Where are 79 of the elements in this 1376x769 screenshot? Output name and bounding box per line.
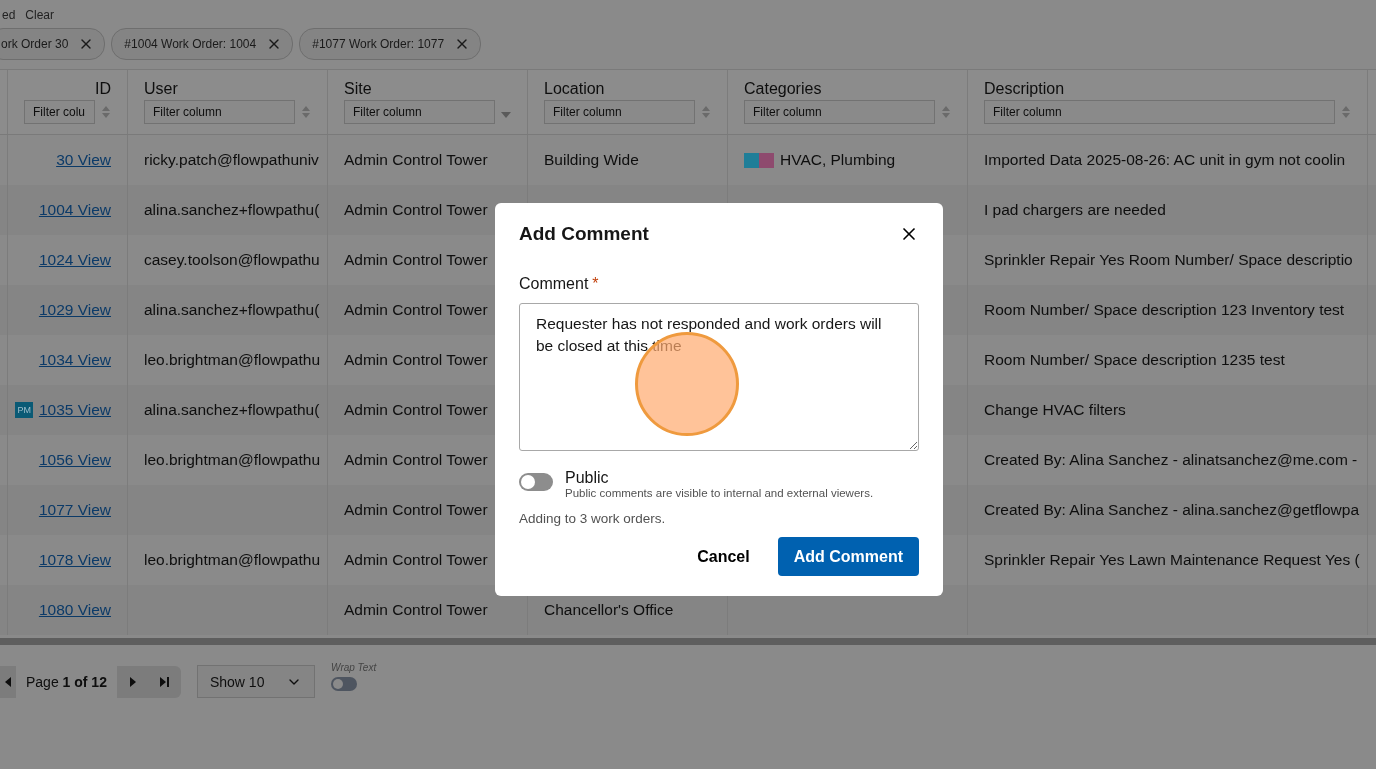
table-cell: leo.brightman@flowpathu: [144, 551, 320, 569]
horizontal-scrollbar[interactable]: [0, 638, 1376, 645]
filter-field[interactable]: Filter column: [744, 100, 935, 124]
table-cell: Created By: Alina Sanchez - alina.sanchez@getflowpa: [984, 501, 1360, 519]
filter-label: ed: [2, 8, 16, 24]
table-cell: Admin Control Tower: [344, 301, 488, 319]
work-order-link[interactable]: 1056 View: [38, 451, 111, 469]
table-cell: Sprinkler Repair Yes Room Number/ Space descriptio: [984, 251, 1353, 269]
table-cell: Admin Control Tower: [344, 401, 488, 419]
table-cell: leo.brightman@flowpathu: [144, 351, 320, 369]
filter-field[interactable]: Filter colu: [24, 100, 95, 124]
work-order-link[interactable]: 1035 View: [38, 401, 111, 419]
last-page-icon: [159, 676, 170, 687]
cancel-button[interactable]: Cancel: [693, 537, 754, 576]
table-cell: Room Number/ Space description 1235 test: [984, 351, 1285, 369]
public-toggle[interactable]: [519, 473, 553, 491]
table-cell: Admin Control Tower: [344, 251, 488, 269]
dialog-title: Add Comment: [519, 223, 649, 245]
table-cell: I pad chargers are needed: [984, 201, 1166, 219]
work-order-link[interactable]: 1004 View: [38, 201, 111, 219]
column-title: Description: [984, 80, 1065, 98]
required-mark: *: [592, 275, 599, 293]
previous-page-button[interactable]: [0, 665, 16, 698]
table-cell: ricky.patch@flowpathuniv: [144, 151, 319, 169]
table-cell: alina.sanchez+flowpathu(: [144, 401, 320, 419]
next-icon: [129, 676, 136, 687]
table-cell: Admin Control Tower: [344, 451, 488, 469]
table-cell: leo.brightman@flowpathu: [144, 451, 320, 469]
table-cell: Admin Control Tower: [344, 351, 488, 369]
field-label: Comment: [519, 275, 589, 293]
table-cell: Admin Control Tower: [344, 601, 488, 619]
column-title: Location: [544, 80, 605, 98]
table-cell: Admin Control Tower: [344, 151, 488, 169]
wrap-text-label: Wrap Text: [330, 662, 377, 673]
table-cell: alina.sanchez+flowpathu(: [144, 301, 320, 319]
filter-chip[interactable]: #1004 Work Order: 1004: [111, 28, 294, 60]
table-cell: Imported Data 2025-08-26: AC unit in gym not coolin: [984, 151, 1345, 169]
filter-field[interactable]: Filter column: [544, 100, 695, 124]
work-order-link[interactable]: 1029 View: [38, 301, 111, 319]
column-title: Categories: [744, 80, 822, 98]
clear-link[interactable]: Clear: [25, 8, 55, 24]
sort-descending-icon[interactable]: [501, 112, 511, 118]
table-cell: Admin Control Tower: [344, 551, 488, 569]
work-order-link[interactable]: 1077 View: [38, 501, 111, 519]
table-cell: casey.toolson@flowpathu: [144, 251, 320, 269]
table-cell: Building Wide: [544, 151, 639, 169]
filter-chip[interactable]: #1077 Work Order: 1077: [299, 28, 482, 60]
work-order-link[interactable]: 1078 View: [38, 551, 111, 569]
column-title: Site: [344, 80, 372, 98]
table-cell: Created By: Alina Sanchez - alinatsanchez@me.com -: [984, 451, 1358, 469]
table-cell: alina.sanchez+flowpathu(: [144, 201, 320, 219]
page-size-select[interactable]: Show 10: [196, 665, 315, 698]
work-order-link[interactable]: 1080 View: [38, 601, 111, 619]
table-cell: Admin Control Tower: [344, 201, 488, 219]
public-label: Public: [565, 469, 610, 487]
table-cell: Admin Control Tower: [344, 501, 488, 519]
work-order-link[interactable]: 30 View: [56, 151, 111, 169]
wrap-text-toggle[interactable]: [330, 677, 357, 691]
table-cell: Room Number/ Space description 123 Inventory test: [984, 301, 1345, 319]
last-page-button[interactable]: [148, 665, 181, 698]
previous-icon: [5, 676, 11, 687]
table-cell: Sprinkler Repair Yes Lawn Maintenance Request Yes (: [984, 551, 1360, 569]
table-cell: Change HVAC filters: [984, 401, 1126, 419]
column-title: User: [144, 80, 178, 98]
filter-field[interactable]: Filter column: [344, 100, 495, 124]
add-comment-button[interactable]: Add Comment: [777, 537, 919, 576]
public-hint: Public comments are visible to internal and external viewers.: [565, 487, 874, 499]
page-indicator: Page 1 of 12: [25, 673, 108, 690]
table-cell: Chancellor's Office: [544, 601, 674, 619]
filter-field[interactable]: Filter column: [144, 100, 295, 124]
column-title: ID: [95, 80, 111, 98]
filter-chip[interactable]: ork Order 30: [0, 28, 106, 60]
pm-badge: PM: [15, 402, 33, 418]
table-cell: HVAC, Plumbing: [780, 151, 896, 169]
filter-field[interactable]: Filter column: [984, 100, 1335, 124]
work-order-link[interactable]: 1024 View: [38, 251, 111, 269]
work-order-link[interactable]: 1034 View: [38, 351, 111, 369]
next-page-button[interactable]: [116, 665, 149, 698]
adding-note: Adding to 3 work orders.: [519, 511, 667, 526]
